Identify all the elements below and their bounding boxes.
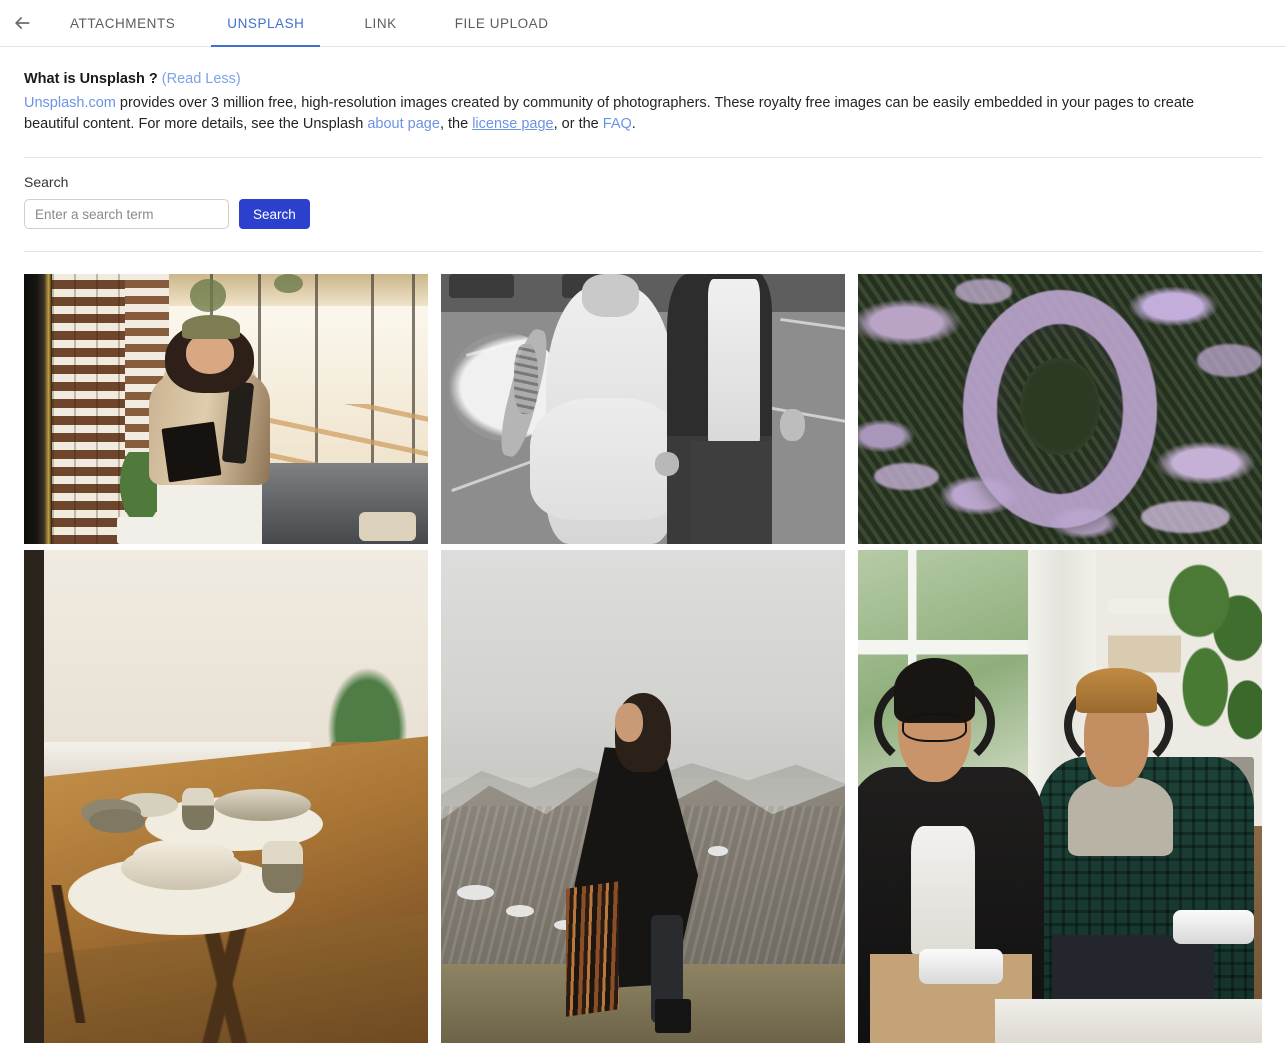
image-results-grid	[24, 252, 1262, 1043]
intro-body-text-3: , or the	[553, 116, 603, 132]
intro-body-text-2: , the	[439, 116, 473, 132]
unsplash-site-link[interactable]: Unsplash.com	[24, 95, 116, 111]
license-page-link[interactable]: license page	[472, 116, 553, 132]
tab-link-label: LINK	[364, 15, 397, 31]
intro-body-text-4: .	[631, 116, 636, 132]
gallery-image-2[interactable]	[441, 274, 845, 544]
image-art-gamers	[858, 550, 1262, 1043]
tab-bar: ATTACHMENTS UNSPLASH LINK FILE UPLOAD	[0, 0, 1286, 47]
search-row: Search	[24, 199, 1262, 229]
gallery-image-4[interactable]	[24, 550, 428, 1043]
tab-attachments-label: ATTACHMENTS	[70, 15, 176, 31]
tab-attachments[interactable]: ATTACHMENTS	[54, 0, 191, 46]
faq-link[interactable]: FAQ	[603, 116, 632, 132]
image-art-wedding-couple	[441, 274, 845, 544]
intro-title: What is Unsplash ?	[24, 71, 158, 87]
gallery-image-1[interactable]	[24, 274, 428, 544]
unsplash-intro: What is Unsplash ? (Read Less) Unsplash.…	[0, 47, 1262, 135]
search-label: Search	[24, 174, 69, 190]
arrow-left-icon	[12, 13, 32, 33]
image-art-cafe-woman	[24, 274, 428, 544]
gallery-image-3[interactable]	[858, 274, 1262, 544]
search-input[interactable]	[24, 199, 229, 229]
tab-unsplash[interactable]: UNSPLASH	[211, 0, 321, 47]
tab-file-upload[interactable]: FILE UPLOAD	[439, 0, 565, 46]
gallery-image-5[interactable]	[441, 550, 845, 1043]
back-button[interactable]	[0, 0, 44, 46]
tab-file-upload-label: FILE UPLOAD	[454, 15, 549, 31]
search-section: Search Search	[0, 158, 1286, 229]
tab-unsplash-label: UNSPLASH	[227, 15, 305, 31]
image-art-lavender-wreath	[858, 274, 1262, 544]
read-less-link[interactable]: (Read Less)	[162, 71, 241, 87]
tab-link[interactable]: LINK	[348, 0, 412, 46]
image-art-table-setting	[24, 550, 428, 1043]
intro-heading-row: What is Unsplash ? (Read Less)	[24, 69, 1238, 90]
intro-body: Unsplash.com provides over 3 million fre…	[24, 93, 1238, 135]
search-button[interactable]: Search	[239, 199, 310, 229]
about-page-link[interactable]: about page	[367, 116, 440, 132]
image-art-mountain-woman	[441, 550, 845, 1043]
gallery-image-6[interactable]	[858, 550, 1262, 1043]
